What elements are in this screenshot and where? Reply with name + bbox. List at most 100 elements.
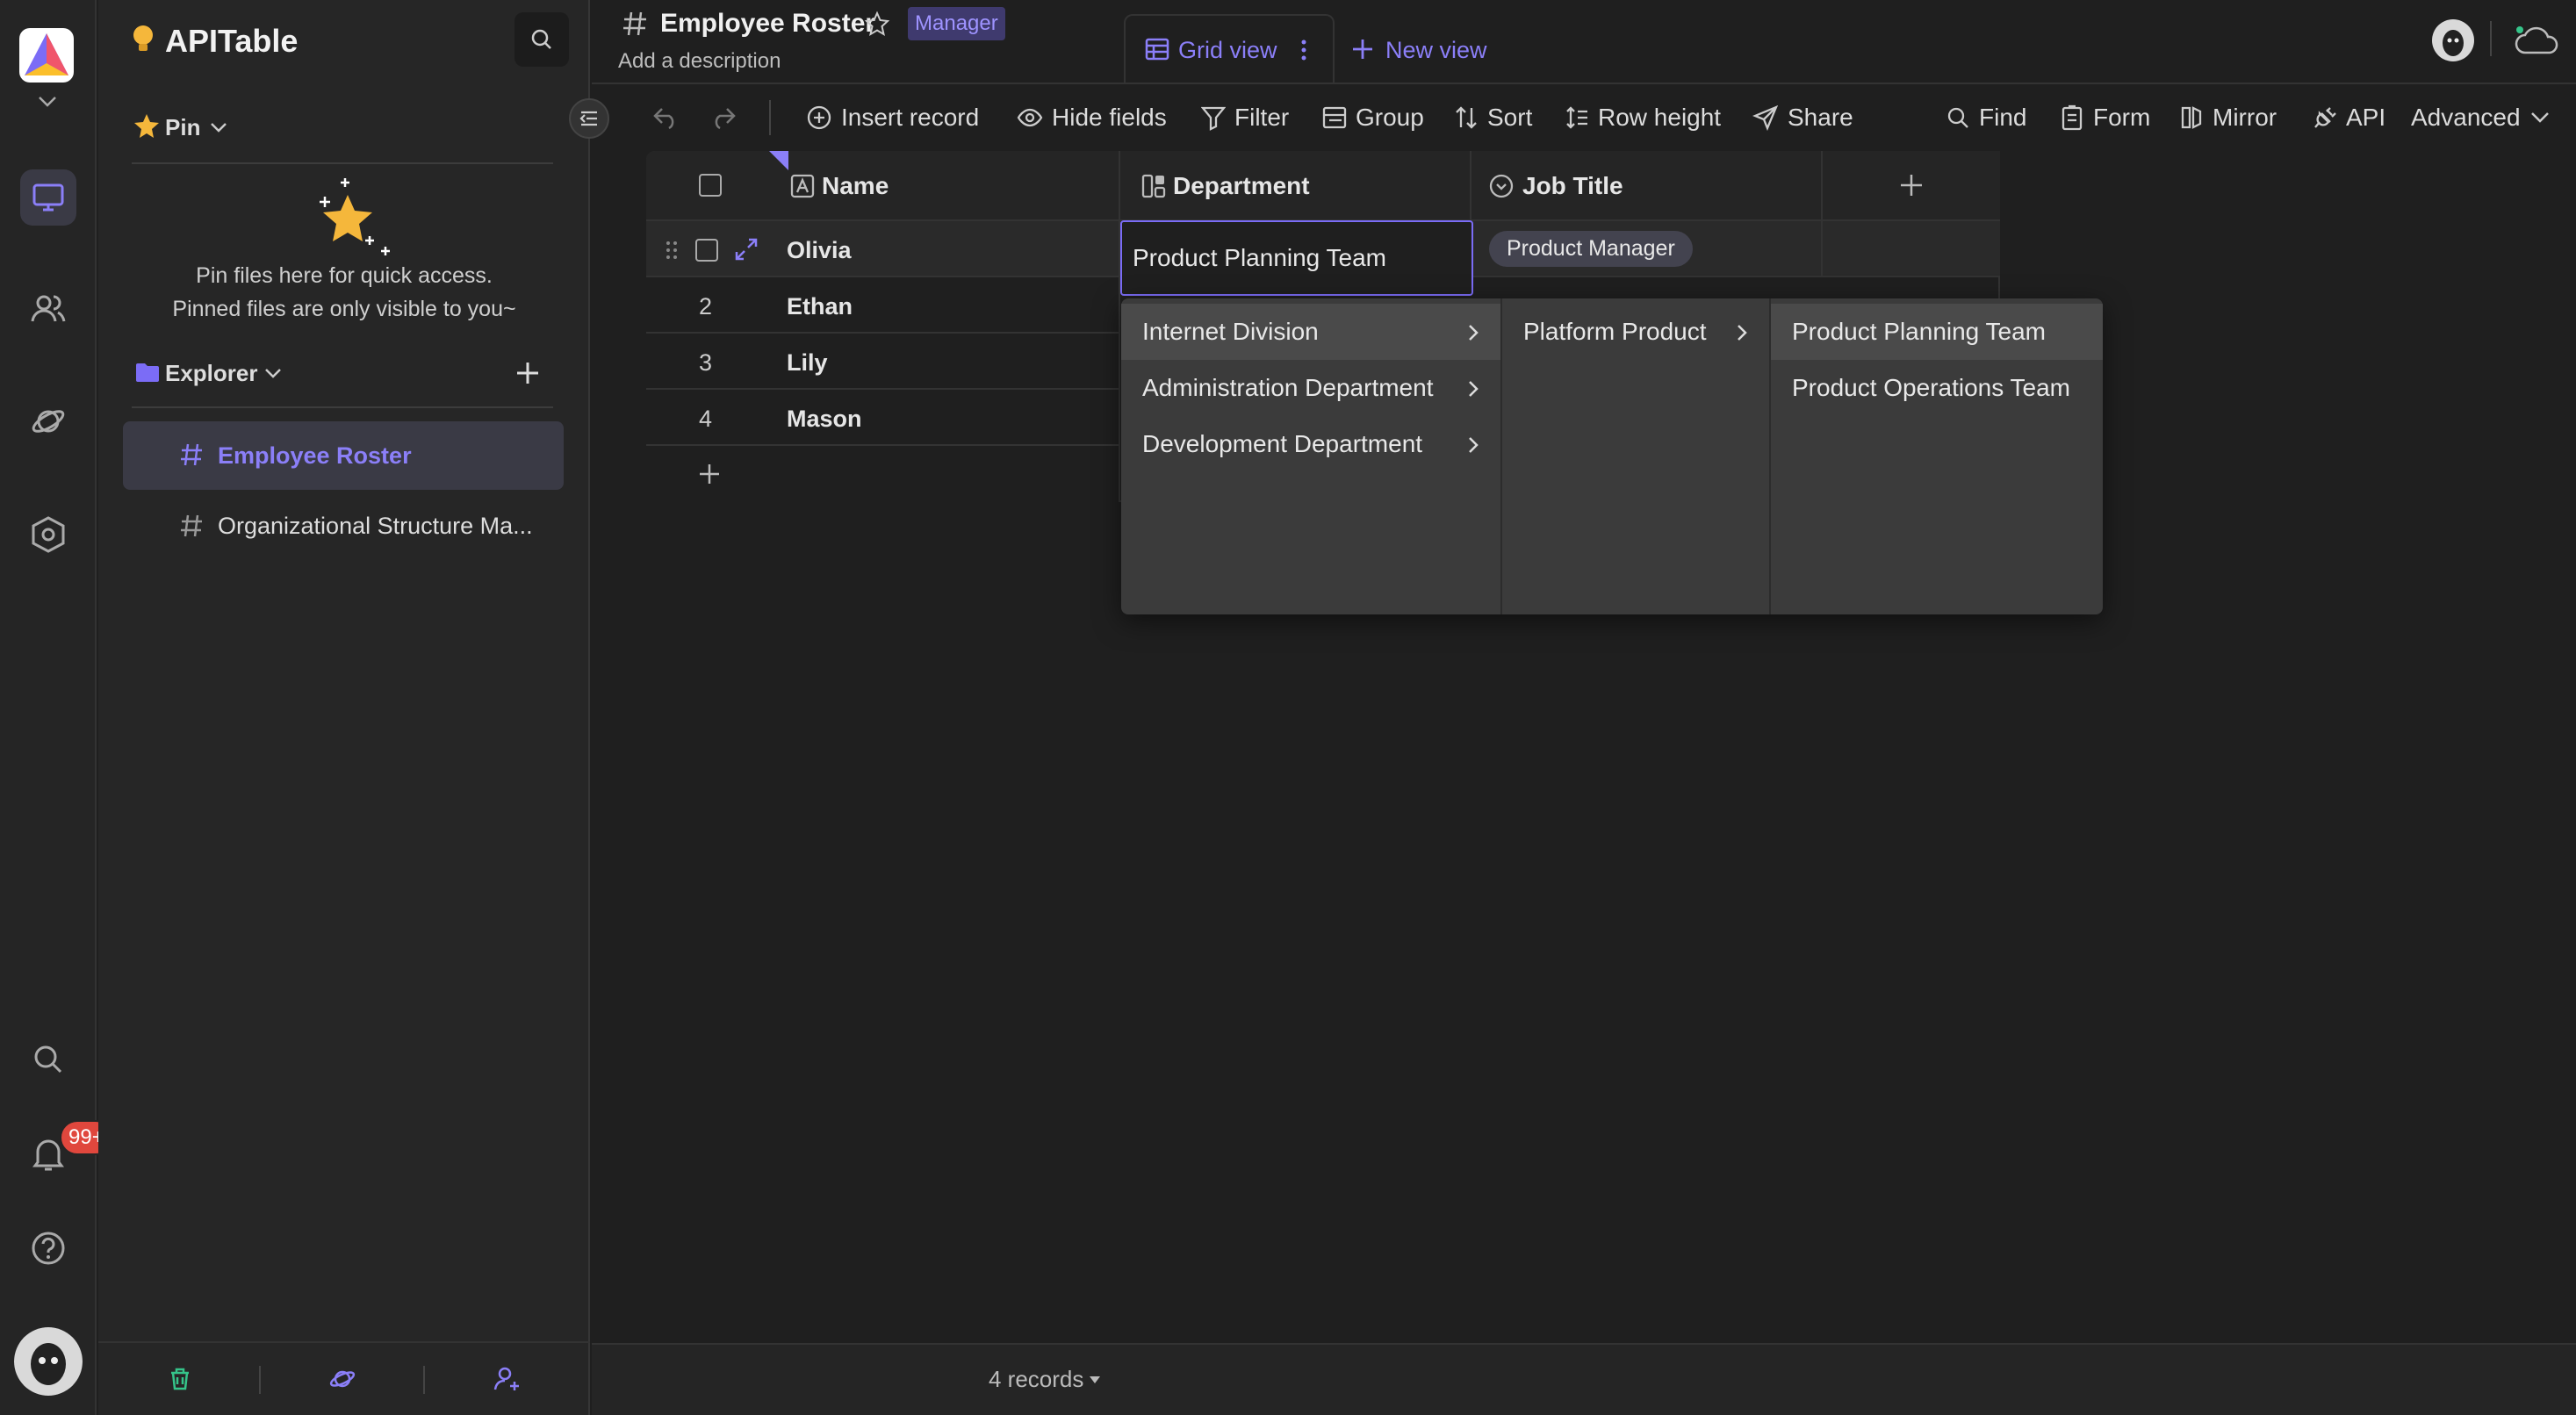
- api-label: API: [2346, 104, 2386, 131]
- department-cell-editor[interactable]: Product Planning Team: [1120, 220, 1473, 296]
- column-header-job-title[interactable]: Job Title: [1471, 151, 1823, 221]
- mirror-button[interactable]: Mirror: [2179, 98, 2277, 137]
- sort-button[interactable]: Sort: [1454, 98, 1532, 137]
- cascader-option[interactable]: Development Department: [1121, 416, 1500, 472]
- planet-icon[interactable]: [20, 393, 76, 449]
- row-height-button[interactable]: Row height: [1565, 98, 1721, 137]
- group-button[interactable]: Group: [1322, 98, 1424, 137]
- left-rail: 99+: [0, 0, 113, 1415]
- space-logo-icon[interactable]: [19, 28, 74, 83]
- table-row[interactable]: 3 Lily: [646, 334, 1120, 390]
- table-row[interactable]: 2 Ethan: [646, 277, 1120, 334]
- insert-record-button[interactable]: Insert record: [806, 98, 979, 137]
- divider: [132, 406, 553, 408]
- table-row[interactable]: Olivia: [646, 221, 1120, 277]
- view-tab-label[interactable]: Grid view: [1178, 37, 1277, 64]
- more-vertical-icon[interactable]: [1299, 39, 1308, 61]
- collapse-sidebar-button[interactable]: [569, 98, 609, 139]
- trash-icon[interactable]: [167, 1366, 193, 1392]
- new-view-button[interactable]: New view: [1385, 37, 1487, 64]
- add-file-icon[interactable]: [514, 360, 541, 386]
- api-plug-icon: [2314, 107, 2336, 128]
- status-bar: 4 records: [592, 1343, 2576, 1415]
- invite-user-icon[interactable]: [493, 1366, 522, 1392]
- column-header-name[interactable]: Name: [646, 151, 1120, 221]
- cascader-column-level3: Product Planning Team Product Operations…: [1771, 298, 2103, 614]
- row-name: Olivia: [787, 237, 852, 263]
- sidebar: APITable Pin Pin files here for quick ac…: [98, 0, 590, 1415]
- cascader-option[interactable]: Internet Division: [1121, 304, 1500, 360]
- cascader-dropdown: Internet Division Administration Departm…: [1121, 298, 2103, 614]
- settings-hex-icon[interactable]: [20, 506, 76, 563]
- api-button[interactable]: API: [2313, 98, 2385, 137]
- advanced-label: Advanced: [2411, 104, 2521, 131]
- star-icon[interactable]: [864, 11, 890, 37]
- select-all-checkbox[interactable]: [699, 174, 722, 197]
- find-button[interactable]: Find: [1946, 98, 2026, 137]
- chevron-down-icon[interactable]: [209, 121, 228, 133]
- option-label: Product Planning Team: [1792, 318, 2046, 345]
- app-name: APITable: [165, 23, 299, 59]
- contacts-icon[interactable]: [20, 281, 76, 337]
- search-icon[interactable]: [20, 1031, 76, 1088]
- cascader-option[interactable]: Administration Department: [1121, 360, 1500, 416]
- row-checkbox[interactable]: [695, 239, 718, 262]
- row-index: 2: [699, 293, 713, 320]
- datasheet-hash-icon: [179, 514, 204, 538]
- row-height-icon: [1566, 106, 1587, 129]
- divider: [98, 1341, 590, 1343]
- cascader-column-level1: Internet Division Administration Departm…: [1121, 298, 1502, 614]
- chevron-right-icon: [1738, 325, 1747, 341]
- option-label: Platform Product: [1523, 318, 1707, 345]
- form-label: Form: [2093, 104, 2151, 131]
- insert-record-label: Insert record: [841, 104, 980, 131]
- share-button[interactable]: Share: [1752, 98, 1853, 137]
- explorer-label[interactable]: Explorer: [165, 360, 258, 387]
- sidebar-search-button[interactable]: [514, 12, 569, 67]
- advanced-button[interactable]: Advanced: [2411, 98, 2551, 137]
- divider: [2490, 21, 2492, 56]
- plus-icon[interactable]: [1350, 37, 1375, 61]
- cloud-sync-icon[interactable]: [2513, 23, 2558, 58]
- file-name[interactable]: Employee Roster: [218, 442, 412, 470]
- option-label: Product Operations Team: [1792, 374, 2070, 401]
- row-job-title-cell[interactable]: Product Manager: [1471, 221, 1823, 277]
- pin-star-icon: [133, 112, 160, 139]
- cascader-option[interactable]: Product Planning Team: [1771, 304, 2103, 360]
- role-badge: Manager: [908, 7, 1005, 40]
- cascader-option[interactable]: Product Operations Team: [1771, 360, 2103, 416]
- hide-fields-label: Hide fields: [1052, 104, 1167, 131]
- add-record-row[interactable]: [646, 446, 1120, 502]
- grid-view-icon: [1145, 37, 1169, 61]
- page-title[interactable]: Employee Roster: [660, 9, 875, 39]
- divider: [769, 100, 771, 135]
- redo-icon[interactable]: [708, 104, 738, 130]
- template-planet-icon[interactable]: [328, 1366, 356, 1392]
- workbench-icon[interactable]: [20, 169, 76, 226]
- eye-icon: [1017, 108, 1043, 127]
- divider: [423, 1366, 425, 1394]
- form-button[interactable]: Form: [2060, 98, 2150, 137]
- help-icon[interactable]: [20, 1220, 76, 1276]
- column-header-department[interactable]: Department: [1120, 151, 1471, 221]
- plus-icon: [700, 464, 719, 484]
- row-empty-cell: [1823, 221, 2000, 277]
- pin-label[interactable]: Pin: [165, 114, 200, 141]
- cascader-column-level2: Platform Product: [1502, 298, 1771, 614]
- collaborator-avatar[interactable]: [2432, 19, 2474, 61]
- file-name[interactable]: Organizational Structure Ma...: [218, 513, 533, 540]
- filter-button[interactable]: Filter: [1201, 98, 1289, 137]
- column-job-title-label: Job Title: [1522, 172, 1623, 199]
- description-field[interactable]: Add a description: [618, 49, 781, 74]
- group-label: Group: [1356, 104, 1424, 131]
- undo-icon[interactable]: [651, 104, 681, 130]
- hide-fields-button[interactable]: Hide fields: [1017, 98, 1167, 137]
- freeze-marker[interactable]: [769, 151, 788, 170]
- chevron-down-icon[interactable]: [37, 95, 58, 109]
- chevron-down-icon[interactable]: [263, 367, 283, 379]
- table-row[interactable]: 4 Mason: [646, 390, 1120, 446]
- user-avatar[interactable]: [14, 1327, 83, 1396]
- records-count[interactable]: 4 records: [989, 1366, 1101, 1393]
- cascader-option[interactable]: Platform Product: [1502, 304, 1769, 360]
- add-column-button[interactable]: [1823, 151, 2000, 221]
